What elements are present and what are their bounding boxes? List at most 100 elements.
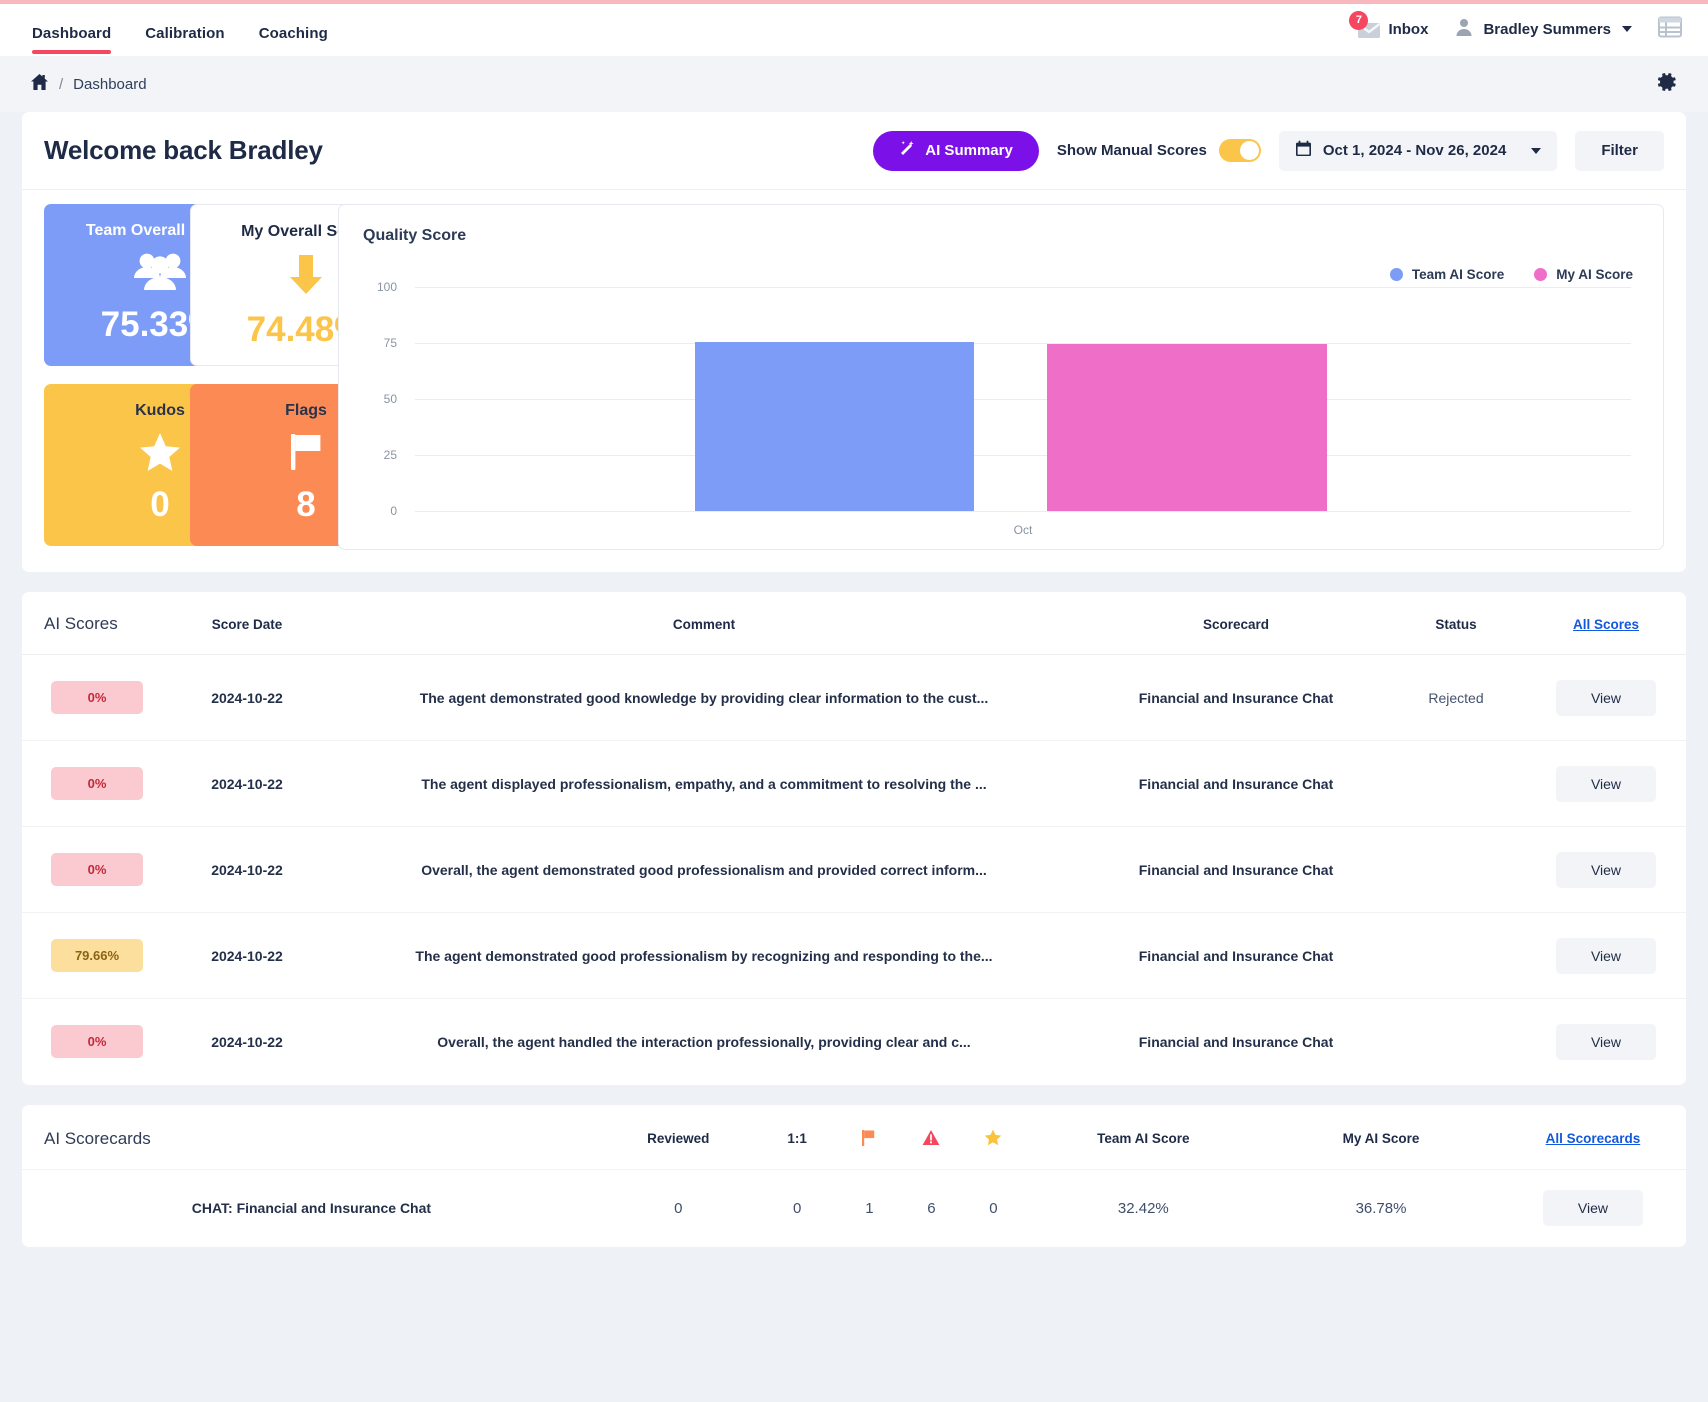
score-date-cell: 2024-10-22 xyxy=(172,826,322,913)
kudos-cell: 0 xyxy=(962,1168,1025,1247)
y-tick-label: 100 xyxy=(376,280,397,294)
col-my-ai-score: My AI Score xyxy=(1342,1131,1420,1146)
comment-cell: The agent displayed professionalism, emp… xyxy=(322,740,1086,827)
score-date-cell: 2024-10-22 xyxy=(172,912,322,999)
page-title: Welcome back Bradley xyxy=(44,135,323,165)
score-cell: 79.66% xyxy=(22,912,172,999)
flags-cell: 1 xyxy=(838,1168,901,1247)
x-tick-label: Oct xyxy=(1013,523,1033,537)
score-badge: 0% xyxy=(51,767,143,800)
nav-actions: 7 Inbox Bradley Summers xyxy=(1349,10,1682,45)
bar-team-ai-score[interactable] xyxy=(694,342,975,511)
app-grid-icon[interactable] xyxy=(1658,16,1682,43)
score-badge: 79.66% xyxy=(51,939,143,972)
magic-wand-icon xyxy=(899,140,916,161)
gridline xyxy=(415,455,1631,456)
inbox-badge: 7 xyxy=(1349,10,1369,30)
view-cell: View xyxy=(1526,999,1686,1085)
score-cell: 0% xyxy=(22,999,172,1085)
legend-label: Team AI Score xyxy=(1411,267,1505,282)
ai-scores-table: AI Scores Score Date Comment Scorecard S… xyxy=(22,592,1686,1085)
avatar-icon xyxy=(1454,17,1474,42)
gridline xyxy=(415,287,1631,288)
ai-scorecards-title: AI Scorecards xyxy=(44,1128,151,1148)
star-icon xyxy=(984,1129,1002,1149)
legend-item-team-ai-score[interactable]: Team AI Score xyxy=(1389,267,1505,282)
score-tiles: Team Overall Score 75.33% My Overall Sco… xyxy=(44,204,422,550)
gridline xyxy=(415,399,1631,400)
ai-summary-button[interactable]: AI Summary xyxy=(873,130,1039,171)
scorecard-cell: Financial and Insurance Chat xyxy=(1138,1033,1334,1050)
legend-item-my-ai-score[interactable]: My AI Score xyxy=(1534,267,1633,282)
ai-scorecards-table: AI Scorecards Reviewed 1:1 Team AI Score… xyxy=(22,1105,1686,1247)
col-alerts xyxy=(900,1105,962,1170)
breadcrumb-separator: / xyxy=(59,75,64,93)
legend-color-dot xyxy=(1389,268,1403,281)
view-button[interactable]: View xyxy=(1556,1023,1656,1060)
nav-item-calibration[interactable]: Calibration xyxy=(145,25,224,56)
settings-gear-icon[interactable] xyxy=(1654,70,1678,99)
all-scores-link[interactable]: All Scores xyxy=(1526,592,1686,655)
view-cell: View xyxy=(1526,912,1686,999)
flag-icon xyxy=(861,1129,877,1149)
quality-score-chart-card: Quality Score Team AI Score My AI Score xyxy=(338,204,1664,550)
breadcrumb: / Dashboard xyxy=(0,56,1708,112)
date-range-picker[interactable]: Oct 1, 2024 - Nov 26, 2024 xyxy=(1278,130,1558,171)
tile-title: Kudos xyxy=(135,402,185,419)
filter-button[interactable]: Filter xyxy=(1575,130,1664,171)
status-cell xyxy=(1386,999,1526,1085)
welcome-bar: Welcome back Bradley AI Summary Show Man… xyxy=(22,112,1686,190)
ai-summary-label: AI Summary xyxy=(925,142,1013,159)
y-tick-label: 25 xyxy=(383,448,397,462)
y-tick-label: 50 xyxy=(383,392,397,406)
view-button[interactable]: View xyxy=(1556,851,1656,888)
y-tick-label: 75 xyxy=(383,336,397,350)
score-date-cell: 2024-10-22 xyxy=(172,654,322,741)
scorecard-cell: Financial and Insurance Chat xyxy=(1086,654,1386,741)
comment-cell: The agent demonstrated good professional… xyxy=(322,912,1086,999)
inbox-button[interactable]: 7 Inbox xyxy=(1349,10,1428,39)
envelope-icon: 7 xyxy=(1349,10,1381,39)
bar-my-ai-score[interactable] xyxy=(1047,344,1327,511)
col-reviewed: Reviewed xyxy=(647,1131,710,1146)
view-button[interactable]: View xyxy=(1556,765,1656,802)
view-button[interactable]: View xyxy=(1556,679,1656,716)
view-button[interactable]: View xyxy=(1556,937,1656,974)
chart-grid xyxy=(415,287,1631,512)
user-name: Bradley Summers xyxy=(1483,20,1611,38)
toggle-knob xyxy=(1239,141,1259,160)
table-row: 0% 2024-10-22 Overall, the agent handled t… xyxy=(22,999,1686,1085)
manual-scores-label: Show Manual Scores xyxy=(1056,142,1207,159)
col-status: Status xyxy=(1386,592,1526,655)
user-menu[interactable]: Bradley Summers xyxy=(1454,17,1632,42)
score-date-cell: 2024-10-22 xyxy=(172,740,322,827)
col-comment: Comment xyxy=(322,592,1086,655)
table-header-row: AI Scores Score Date Comment Scorecard S… xyxy=(22,592,1686,655)
table-row: 0% 2024-10-22 Overall, the agent demonstra… xyxy=(22,826,1686,913)
legend-color-dot xyxy=(1534,268,1548,281)
manual-scores-toggle-group: Show Manual Scores xyxy=(1057,139,1261,162)
ai-scores-body: 0% 2024-10-22 The agent demonstrated good … xyxy=(22,654,1686,1085)
team-ai-score-cell: 32.42% xyxy=(1024,1168,1263,1247)
view-cell: View xyxy=(1526,654,1686,741)
score-date-cell: 2024-10-22 xyxy=(211,1033,283,1050)
comment-cell: The agent demonstrated good knowledge by… xyxy=(322,654,1086,741)
table-row: 0% 2024-10-22 The agent demonstrated good … xyxy=(22,654,1686,741)
all-scorecards-link[interactable]: All Scorecards xyxy=(1500,1105,1686,1170)
scorecards-header-row: AI Scorecards Reviewed 1:1 Team AI Score… xyxy=(22,1105,1686,1170)
legend-label: My AI Score xyxy=(1556,267,1633,282)
view-button[interactable]: View xyxy=(1542,1190,1643,1227)
home-icon[interactable] xyxy=(30,73,49,95)
manual-scores-toggle[interactable] xyxy=(1218,139,1261,162)
tile-value: 8 xyxy=(296,485,316,524)
gridline xyxy=(415,511,1631,512)
view-cell: View xyxy=(1526,826,1686,913)
dashboard-page: Dashboard Calibration Coaching 7 Inbox B… xyxy=(0,0,1708,1402)
date-range-value: Oct 1, 2024 - Nov 26, 2024 xyxy=(1322,142,1507,159)
nav-item-dashboard[interactable]: Dashboard xyxy=(32,25,112,56)
nav-item-coaching[interactable]: Coaching xyxy=(259,25,328,56)
y-tick-label: 0 xyxy=(390,504,397,518)
ai-scores-section: AI Scores Score Date Comment Scorecard S… xyxy=(22,592,1686,1085)
main-navbar: Dashboard Calibration Coaching 7 Inbox B… xyxy=(0,4,1708,56)
col-flags xyxy=(838,1105,900,1170)
